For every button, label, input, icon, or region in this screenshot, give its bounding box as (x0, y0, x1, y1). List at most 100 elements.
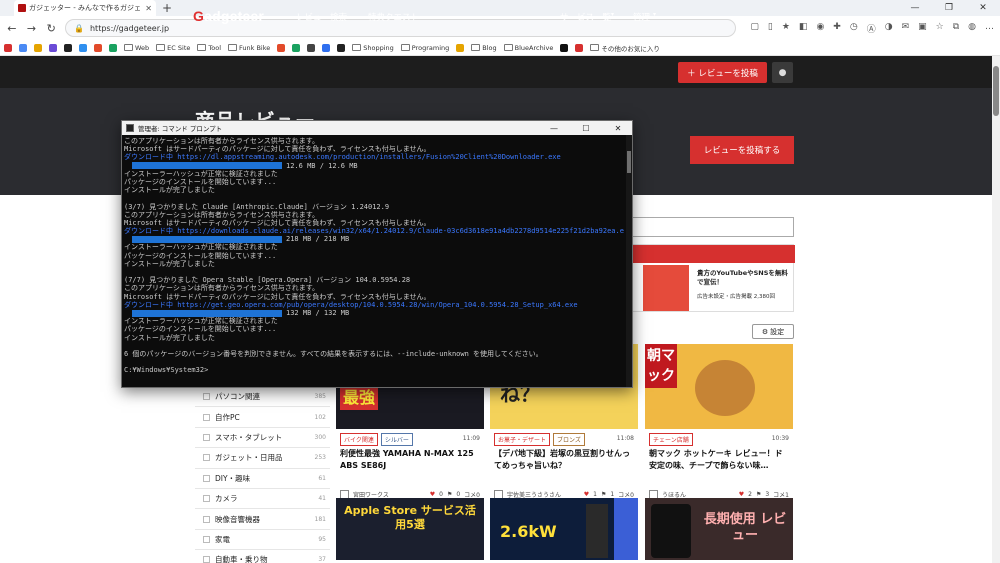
category-item[interactable]: スマホ・タブレット 300 (195, 427, 330, 449)
close-icon[interactable]: ✕ (604, 124, 632, 133)
search-input[interactable] (630, 217, 794, 237)
bookmark-item[interactable] (64, 43, 72, 52)
maximize-icon[interactable]: ☐ (572, 124, 600, 133)
article-title[interactable]: 利便性最強 YAMAHA N-MAX 125 ABS SE86J (340, 448, 480, 472)
extension-icon[interactable]: ✚ (833, 22, 841, 35)
terminal-scrollbar-thumb[interactable] (627, 151, 631, 173)
article-thumbnail[interactable]: Apple Store サービス活用5選 (336, 498, 484, 560)
checkbox[interactable] (203, 433, 210, 441)
bookmark-folder[interactable]: Blog (471, 44, 497, 52)
terminal-scrollbar[interactable] (626, 135, 632, 387)
bookmark-folder[interactable]: その他のお気に入り (590, 43, 660, 53)
category-item[interactable]: ガジェット・日用品 253 (195, 448, 330, 469)
favorites-icon[interactable]: ☆ (936, 22, 944, 35)
page-scrollbar[interactable] (992, 56, 1000, 563)
bookmark-item[interactable] (49, 43, 57, 52)
user-icon[interactable]: ● (772, 62, 793, 83)
history-icon[interactable]: ◷ (850, 22, 858, 35)
new-tab-icon[interactable]: + (162, 1, 172, 15)
checkbox[interactable] (203, 393, 210, 401)
category-item[interactable]: 自動車・乗り物 37 (195, 550, 330, 563)
bookmark-folder[interactable]: Funk Bike (228, 44, 270, 52)
bookmark-folder[interactable]: Programing (400, 44, 449, 52)
checkbox[interactable] (203, 495, 210, 503)
category-item[interactable]: 自作PC 102 (195, 407, 330, 428)
lock-icon[interactable]: 🔒 (74, 24, 84, 33)
heart-icon[interactable]: ♥ (430, 491, 435, 498)
extension-icon[interactable]: ▣ (918, 22, 927, 35)
close-window-icon[interactable]: ✕ (966, 0, 1000, 16)
ad-banner[interactable]: 貴方のYouTubeやSNSを無料で宣伝！ 広告未設定・広告掲載 2,380回 (630, 244, 795, 312)
settings-button[interactable]: ⚙ 設定 (752, 324, 794, 339)
extension-icon[interactable]: Ⓐ (867, 22, 876, 35)
nav-admin[interactable]: 管理 (633, 11, 650, 23)
nav-review-search[interactable]: レビュー検索 (296, 11, 347, 23)
close-tab-icon[interactable]: ✕ (145, 4, 152, 13)
nav-special-quest[interactable]: 特典クエスト (368, 11, 419, 23)
forward-icon[interactable]: → (26, 22, 38, 35)
bookmark-item[interactable] (292, 43, 301, 52)
article-thumbnail[interactable]: 長期使用 レビュー (645, 498, 793, 560)
post-review-button[interactable]: ＋ レビューを投稿 (678, 62, 767, 83)
extension-icon[interactable]: ◉ (816, 22, 824, 35)
site-logo[interactable]: Gadgeteer (193, 8, 264, 24)
nav-services[interactable]: サービス一覧 (560, 11, 611, 23)
bookmark-item[interactable] (79, 43, 87, 52)
article-title[interactable]: 【デパ地下級】岩塚の黒豆割りせんってめっちゃ旨いね？ (494, 448, 634, 472)
bookmark-folder[interactable]: Tool (197, 44, 221, 52)
collections-icon[interactable]: ⧉ (953, 22, 959, 35)
terminal-output[interactable]: このアプリケーションは所有者からライセンス供与されます。 Microsoft はサ… (122, 135, 626, 387)
category-item[interactable]: パソコン関連 385 (195, 387, 330, 408)
minimize-icon[interactable]: — (898, 0, 932, 16)
category-item[interactable]: DIY・趣味 61 (195, 468, 330, 489)
bookmark-item[interactable] (575, 43, 584, 52)
checkbox[interactable] (203, 535, 210, 543)
category-item[interactable]: 家電 95 (195, 529, 330, 551)
bookmark-item[interactable] (560, 43, 569, 52)
bookmark-item[interactable] (307, 43, 316, 52)
favorite-star-icon[interactable]: ★ (782, 22, 790, 35)
checkbox[interactable] (203, 556, 210, 563)
category-item[interactable]: カメラ 41 (195, 488, 330, 510)
article-thumbnail[interactable]: 2.6kW (490, 498, 638, 560)
bookmark-item[interactable] (19, 43, 27, 52)
extension-icon[interactable]: ◑ (885, 22, 893, 35)
checkbox[interactable] (203, 413, 210, 421)
more-menu-icon[interactable]: … (985, 22, 994, 35)
heart-icon[interactable]: ♥ (584, 491, 589, 498)
extension-icon[interactable]: ✉ (902, 22, 910, 35)
reader-icon[interactable]: ▢ (750, 22, 759, 35)
bookmark-folder[interactable]: EC Site (156, 44, 190, 52)
profile-icon[interactable]: ◍ (968, 22, 976, 35)
bookmark-folder[interactable]: BlueArchive (503, 44, 553, 52)
checkbox[interactable] (203, 515, 210, 523)
checkbox[interactable] (203, 454, 210, 462)
post-review-hero-button[interactable]: レビューを投稿する (690, 136, 794, 164)
category-tag[interactable]: バイク関連 (340, 433, 378, 446)
category-item[interactable]: 映像音響機器 181 (195, 509, 330, 530)
heart-icon[interactable]: ♥ (739, 491, 744, 498)
page-scrollbar-thumb[interactable] (993, 66, 999, 116)
checkbox[interactable] (203, 474, 210, 482)
bookmark-item[interactable] (34, 43, 42, 52)
bookmark-item[interactable] (277, 43, 286, 52)
minimize-icon[interactable]: — (540, 124, 568, 133)
bookmark-item[interactable] (322, 43, 331, 52)
terminal-titlebar[interactable]: 管理者: コマンド プロンプト — ☐ ✕ (122, 121, 632, 135)
bookmark-item[interactable] (94, 43, 102, 52)
extension-icon[interactable]: ◧ (799, 22, 808, 35)
category-tag[interactable]: お菓子・デザート (494, 433, 551, 446)
bookmark-item[interactable] (4, 43, 12, 52)
restore-icon[interactable]: ❐ (932, 0, 966, 16)
bookmark-item[interactable] (456, 43, 465, 52)
command-prompt-window[interactable]: 管理者: コマンド プロンプト — ☐ ✕ このアプリケーションは所有者からライ… (121, 120, 633, 388)
bookmark-folder[interactable]: Shopping (352, 44, 394, 52)
split-screen-icon[interactable]: ▯ (768, 22, 773, 35)
reload-icon[interactable]: ↻ (45, 22, 57, 35)
article-thumbnail[interactable]: 朝マック (645, 344, 793, 429)
bookmark-item[interactable] (337, 43, 346, 52)
category-tag[interactable]: チェーン店舗 (649, 433, 693, 446)
bookmark-item[interactable] (109, 43, 117, 52)
bookmark-folder[interactable]: Web (124, 44, 149, 52)
back-icon[interactable]: ← (6, 22, 18, 35)
